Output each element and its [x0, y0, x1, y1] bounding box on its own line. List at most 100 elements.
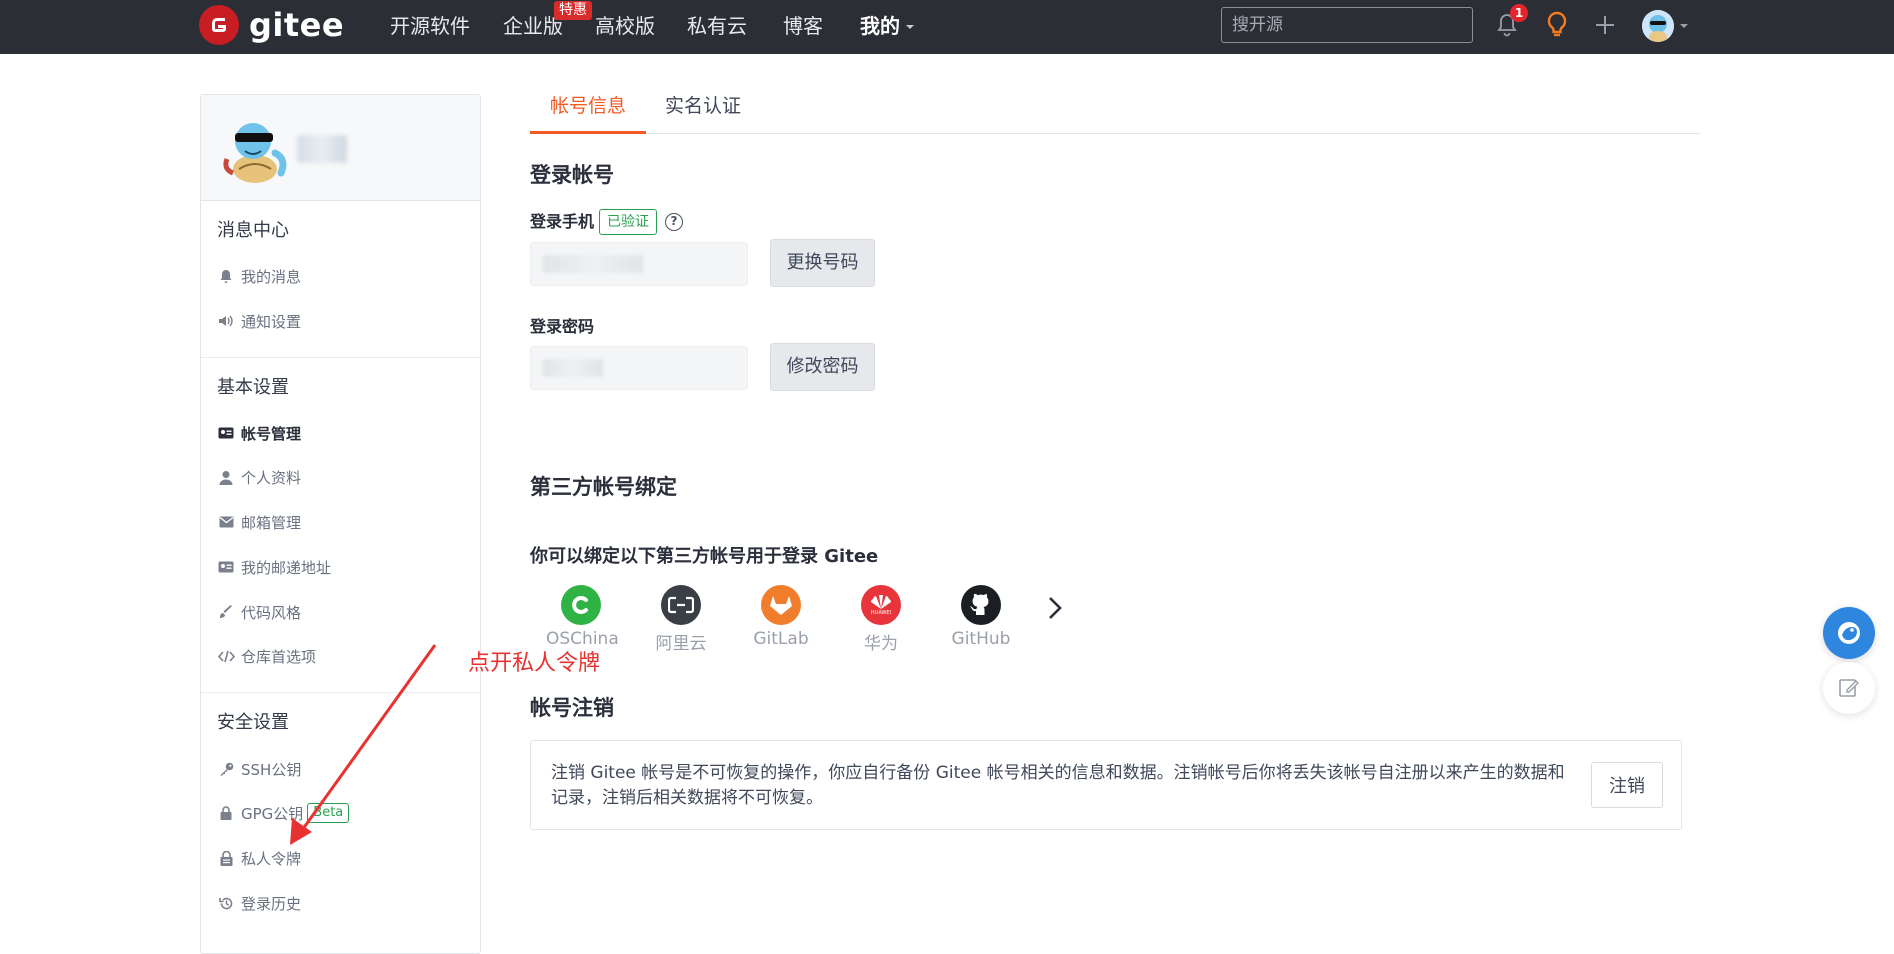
sidebar-item-label: 登录历史	[241, 894, 302, 913]
change-phone-button[interactable]: 更换号码	[770, 239, 875, 287]
cancel-title: 帐号注销	[530, 696, 614, 720]
squirtle-avatar-icon	[1642, 10, 1674, 42]
cancel-panel: 注销 Gitee 帐号是不可恢复的操作，你应自行备份 Gitee 帐号相关的信息…	[530, 740, 1682, 830]
profile-avatar[interactable]	[219, 113, 291, 185]
beta-badge: Beta	[307, 803, 350, 823]
lightbulb-icon	[1547, 11, 1567, 37]
aliyun-icon	[661, 585, 701, 625]
nav-mine-label: 我的	[860, 14, 900, 38]
token-icon	[217, 850, 235, 866]
sidebar-item-label: 私人令牌	[241, 849, 302, 868]
sidebar-item-notification-settings[interactable]: 通知设置	[217, 310, 301, 332]
sidebar-item-ssh-keys[interactable]: SSH公钥	[217, 758, 301, 780]
provider-aliyun[interactable]: 阿里云	[646, 585, 716, 654]
github-icon	[961, 585, 1001, 625]
sidebar-item-my-messages[interactable]: 我的消息	[217, 265, 301, 287]
provider-gitlab[interactable]: GitLab	[746, 585, 816, 649]
third-party-title: 第三方帐号绑定	[530, 475, 677, 499]
create-button[interactable]	[1588, 8, 1622, 42]
sidebar-item-gpg-keys[interactable]: GPG公钥 Beta	[217, 802, 350, 824]
gitee-logo[interactable]: gitee	[199, 5, 344, 45]
provider-oschina[interactable]: OSChina	[546, 585, 619, 649]
brush-icon	[217, 604, 235, 620]
id-card-icon	[217, 425, 235, 441]
settings-sidebar: 消息中心 我的消息 通知设置 基本设置 帐号管理 个人资料 邮箱管理 我的邮递地…	[200, 94, 481, 954]
sidebar-section-messages: 消息中心	[217, 220, 289, 241]
phone-label-row: 登录手机 已验证 ?	[530, 209, 684, 235]
assistant-icon	[1838, 622, 1860, 644]
password-field	[530, 346, 748, 390]
floating-feedback-button[interactable]	[1823, 662, 1875, 714]
password-label-row: 登录密码	[530, 316, 594, 338]
sidebar-item-profile[interactable]: 个人资料	[217, 466, 301, 488]
sidebar-section-basic: 基本设置	[217, 377, 289, 398]
top-navbar: gitee 开源软件 企业版 特惠 高校版 私有云 博客 我的 1	[0, 0, 1894, 54]
annotation-text: 点开私人令牌	[468, 651, 601, 676]
help-icon[interactable]: ?	[665, 213, 684, 231]
sidebar-item-label: SSH公钥	[241, 760, 302, 779]
sidebar-item-login-history[interactable]: 登录历史	[217, 892, 301, 914]
bell-icon	[217, 268, 235, 284]
password-label: 登录密码	[530, 317, 595, 336]
sidebar-divider	[201, 357, 480, 358]
sidebar-section-security: 安全设置	[217, 712, 289, 733]
chevron-right-icon[interactable]	[1040, 593, 1070, 623]
provider-huawei[interactable]: HUAWEI 华为	[846, 585, 916, 654]
avatar-caret-down-icon[interactable]	[1678, 20, 1690, 32]
floating-assistant-button[interactable]	[1823, 607, 1875, 659]
lightbulb-button[interactable]	[1540, 8, 1574, 42]
nav-open-source[interactable]: 开源软件	[390, 13, 470, 39]
caret-down-icon	[906, 25, 914, 29]
sidebar-item-label: 我的邮递地址	[241, 558, 332, 577]
cancel-account-button[interactable]: 注销	[1591, 762, 1663, 808]
sidebar-item-label: 帐号管理	[241, 424, 302, 443]
provider-name: GitLab	[753, 629, 809, 649]
nav-mine[interactable]: 我的	[860, 13, 916, 39]
huawei-icon: HUAWEI	[861, 585, 901, 625]
enterprise-promo-tag: 特惠	[554, 1, 592, 20]
speaker-icon	[217, 313, 235, 329]
edit-icon	[1839, 679, 1859, 697]
sidebar-item-postal-address[interactable]: 我的邮递地址	[217, 556, 331, 578]
password-masked-value	[543, 359, 603, 377]
account-tabs: 帐号信息 实名认证	[530, 86, 1700, 134]
change-password-button[interactable]: 修改密码	[770, 343, 875, 391]
history-icon	[217, 895, 235, 911]
nav-education[interactable]: 高校版	[595, 13, 655, 39]
provider-name: 华为	[864, 634, 898, 654]
sidebar-item-label: 代码风格	[241, 603, 302, 622]
code-icon	[217, 648, 235, 664]
sidebar-item-label: 仓库首选项	[241, 647, 317, 666]
sidebar-item-label: 邮箱管理	[241, 513, 302, 532]
username-blurred	[297, 135, 347, 163]
sidebar-item-label: 通知设置	[241, 312, 302, 331]
key-icon	[217, 761, 235, 777]
sidebar-item-email[interactable]: 邮箱管理	[217, 511, 301, 533]
cancel-description: 注销 Gitee 帐号是不可恢复的操作，你应自行备份 Gitee 帐号相关的信息…	[551, 763, 1565, 808]
search-input[interactable]	[1221, 7, 1473, 43]
provider-name: GitHub	[951, 629, 1011, 649]
tab-real-name[interactable]: 实名认证	[645, 86, 761, 134]
provider-github[interactable]: GitHub	[946, 585, 1016, 649]
sidebar-item-private-tokens[interactable]: 私人令牌	[217, 847, 301, 869]
plus-icon	[1596, 16, 1614, 34]
login-account-title: 登录帐号	[530, 163, 614, 187]
lock-icon	[217, 805, 235, 821]
sidebar-item-code-style[interactable]: 代码风格	[217, 601, 301, 623]
tab-account-info[interactable]: 帐号信息	[530, 86, 647, 134]
nav-private-cloud[interactable]: 私有云	[687, 13, 747, 39]
user-avatar-top[interactable]	[1642, 10, 1674, 42]
nav-blog[interactable]: 博客	[783, 13, 823, 39]
sidebar-item-label: 个人资料	[241, 468, 302, 487]
third-party-tip: 你可以绑定以下第三方帐号用于登录 Gitee	[530, 546, 879, 567]
sidebar-item-account[interactable]: 帐号管理	[217, 422, 301, 444]
logo-text: gitee	[249, 6, 345, 44]
gitlab-icon	[761, 585, 801, 625]
sidebar-profile-header	[201, 95, 480, 201]
sidebar-item-repo-preferences[interactable]: 仓库首选项	[217, 645, 316, 667]
provider-name: 阿里云	[655, 634, 707, 654]
envelope-icon	[217, 514, 235, 530]
address-card-icon	[217, 559, 235, 575]
phone-field	[530, 242, 748, 286]
sidebar-divider	[201, 692, 480, 693]
